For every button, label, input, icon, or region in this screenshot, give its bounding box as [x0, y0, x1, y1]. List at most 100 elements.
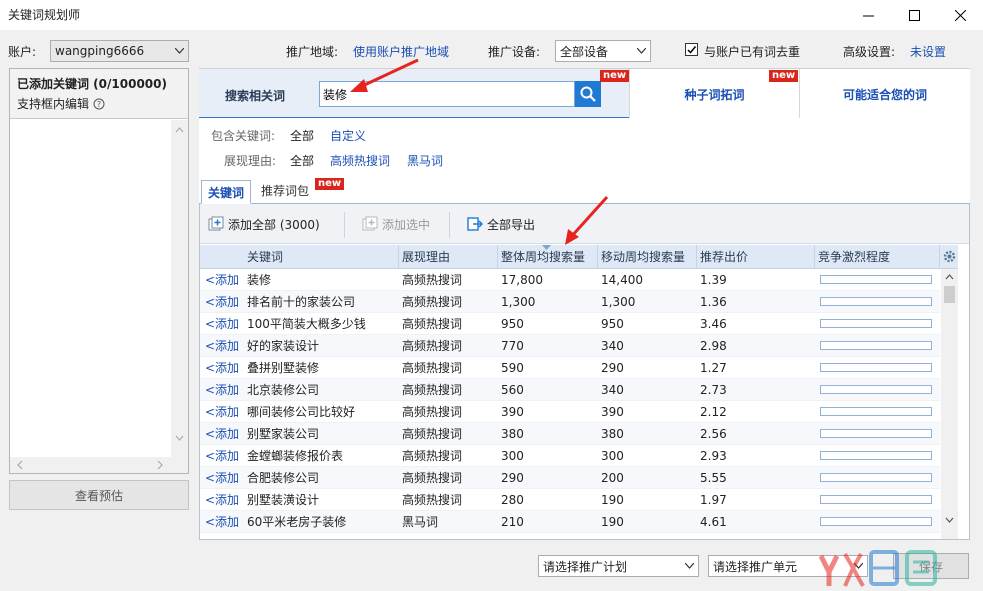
- scroll-down-icon[interactable]: [941, 515, 958, 525]
- cell-mobile: 300: [601, 449, 624, 463]
- reason-all-option[interactable]: 全部: [290, 152, 314, 169]
- add-keyword-link[interactable]: <添加: [205, 313, 239, 335]
- device-select[interactable]: 全部设备: [555, 40, 651, 62]
- sort-desc-icon[interactable]: [542, 245, 551, 251]
- add-keyword-link[interactable]: <添加: [205, 489, 239, 511]
- table-row[interactable]: <添加 合肥装修公司 高频热搜词 290 200 5.55: [200, 467, 940, 489]
- table-row[interactable]: <添加 叠拼别墅装修 高频热搜词 590 290 1.27: [200, 357, 940, 379]
- tab-suggested-words[interactable]: 可能适合您的词: [799, 69, 970, 119]
- minimize-button[interactable]: [845, 0, 891, 30]
- table-row[interactable]: <添加 金螳螂装修报价表 高频热搜词 300 300 2.93: [200, 445, 940, 467]
- table-row[interactable]: <添加 100平简装大概多少钱 高频热搜词 950 950 3.46: [200, 313, 940, 335]
- table-row[interactable]: <添加 别墅家装公司 高频热搜词 380 380 2.56: [200, 423, 940, 445]
- plan-select-value: 请选择推广计划: [543, 559, 628, 574]
- cell-reason: 高频热搜词: [402, 273, 463, 287]
- cell-mobile: 390: [601, 405, 624, 419]
- include-custom-link[interactable]: 自定义: [330, 127, 366, 144]
- table-row[interactable]: <添加 别墅装潢设计 高频热搜词 280 190 1.97: [200, 489, 940, 511]
- left-vertical-scrollbar[interactable]: [171, 120, 188, 461]
- header-reason[interactable]: 展现理由: [399, 245, 498, 269]
- close-button[interactable]: [937, 0, 983, 30]
- add-keyword-link[interactable]: <添加: [205, 445, 239, 467]
- add-all-button[interactable]: 添加全部 (3000): [208, 213, 320, 235]
- chevron-down-icon: [175, 48, 184, 54]
- add-selected-button[interactable]: 添加选中: [362, 213, 430, 235]
- scroll-right-icon[interactable]: [155, 457, 165, 473]
- cell-bid: 2.93: [700, 449, 727, 463]
- add-keyword-link[interactable]: <添加: [205, 423, 239, 445]
- add-keyword-link[interactable]: <添加: [205, 335, 239, 357]
- scroll-up-icon[interactable]: [941, 272, 958, 282]
- cell-total: 390: [501, 405, 524, 419]
- new-badge: new: [315, 178, 345, 190]
- cell-bid: 1.36: [700, 295, 727, 309]
- account-label: 账户:: [8, 45, 37, 59]
- cell-kw: 装修: [247, 273, 272, 287]
- added-keywords-title: 已添加关键词 (0/100000): [17, 77, 167, 91]
- table-row[interactable]: <添加 排名前十的家装公司 高频热搜词 1,300 1,300 1.36: [200, 291, 940, 313]
- annotation-arrow-icon: [565, 195, 609, 245]
- added-keywords-editor[interactable]: [10, 120, 170, 461]
- add-keyword-link[interactable]: <添加: [205, 401, 239, 423]
- cell-kw: 100平简装大概多少钱: [247, 317, 366, 331]
- advanced-label: 高级设置:: [843, 45, 896, 59]
- search-button[interactable]: [575, 81, 601, 107]
- dedupe-checkbox[interactable]: [685, 43, 698, 56]
- tab-search-related-label: 搜索相关词: [225, 89, 286, 103]
- table-row[interactable]: <添加 北京装修公司 高频热搜词 560 340 2.73: [200, 379, 940, 401]
- scroll-up-icon[interactable]: [171, 125, 188, 135]
- add-keyword-link[interactable]: <添加: [205, 511, 239, 533]
- tab-keywords[interactable]: 关键词: [201, 180, 251, 204]
- header-suggested-bid[interactable]: 推荐出价: [697, 245, 815, 269]
- cell-total: 300: [501, 449, 524, 463]
- column-settings-button[interactable]: [940, 245, 958, 269]
- cell-kw: 别墅装潢设计: [247, 493, 320, 507]
- tab-recommended-packs[interactable]: 推荐词包: [261, 182, 309, 199]
- table-row[interactable]: <添加 哪间装修公司比较好 高频热搜词 390 390 2.12: [200, 401, 940, 423]
- advanced-link[interactable]: 未设置: [910, 43, 946, 60]
- maximize-button[interactable]: [891, 0, 937, 30]
- export-all-button[interactable]: 全部导出: [467, 213, 535, 235]
- table-row[interactable]: <添加 装修 高频热搜词 17,800 14,400 1.39: [200, 269, 940, 291]
- chevron-down-icon: [685, 563, 694, 569]
- header-competition[interactable]: 竞争激烈程度: [815, 245, 940, 269]
- help-icon[interactable]: ?: [93, 98, 105, 110]
- scroll-thumb[interactable]: [944, 286, 955, 303]
- table-row[interactable]: <添加 60平米老房子装修 黑马词 210 190 4.61: [200, 511, 940, 533]
- plan-select[interactable]: 请选择推广计划: [538, 555, 699, 577]
- cell-reason: 高频热搜词: [402, 471, 463, 485]
- preview-estimate-button[interactable]: 查看预估: [9, 480, 189, 510]
- cell-reason: 高频热搜词: [402, 361, 463, 375]
- add-keyword-link[interactable]: <添加: [205, 467, 239, 489]
- competition-bar: [820, 275, 932, 284]
- cell-mobile: 200: [601, 471, 624, 485]
- table-body: <添加 装修 高频热搜词 17,800 14,400 1.39 <添加 排名前十的家装公司 高频…: [200, 269, 940, 539]
- tab-suggested-words-label: 可能适合您的词: [842, 87, 927, 102]
- cell-reason: 高频热搜词: [402, 427, 463, 441]
- dedupe-label[interactable]: 与账户已有词去重: [704, 43, 800, 60]
- new-badge: new: [769, 70, 799, 82]
- cell-mobile: 340: [601, 383, 624, 397]
- cell-bid: 2.73: [700, 383, 727, 397]
- watermark-logo: [818, 550, 937, 587]
- scroll-left-icon[interactable]: [15, 457, 25, 473]
- table-vertical-scrollbar[interactable]: [941, 269, 958, 539]
- added-keywords-panel: 已添加关键词 (0/100000) 支持框内编辑 ?: [9, 68, 189, 474]
- competition-bar: [820, 297, 932, 306]
- include-all-option[interactable]: 全部: [290, 127, 314, 144]
- left-horizontal-scrollbar[interactable]: [10, 457, 188, 473]
- svg-text:?: ?: [97, 100, 101, 109]
- scroll-down-icon[interactable]: [171, 433, 188, 443]
- cell-kw: 哪间装修公司比较好: [247, 405, 356, 419]
- add-keyword-link[interactable]: <添加: [205, 291, 239, 313]
- table-row[interactable]: <添加 好的家装设计 高频热搜词 770 340 2.98: [200, 335, 940, 357]
- add-keyword-link[interactable]: <添加: [205, 357, 239, 379]
- reason-hot-link[interactable]: 高频热搜词: [330, 152, 390, 169]
- include-keyword-label: 包含关键词:: [211, 129, 276, 143]
- add-keyword-link[interactable]: <添加: [205, 379, 239, 401]
- cell-bid: 3.46: [700, 317, 727, 331]
- account-select[interactable]: wangping6666: [50, 40, 189, 62]
- add-keyword-link[interactable]: <添加: [205, 269, 239, 291]
- reason-dark-horse-link[interactable]: 黑马词: [407, 152, 443, 169]
- header-keyword[interactable]: 关键词: [244, 245, 399, 269]
